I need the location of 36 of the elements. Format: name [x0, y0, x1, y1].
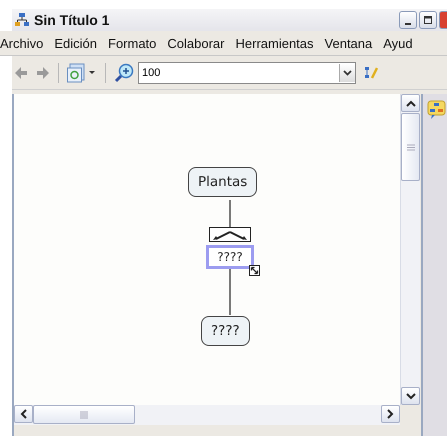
menu-item[interactable]: Formato: [108, 36, 156, 50]
scroll-left-button[interactable]: [14, 405, 33, 423]
menu-item[interactable]: Ventana: [324, 36, 372, 50]
window-icon[interactable]: [67, 62, 97, 82]
chevron-left-icon: [20, 409, 27, 419]
caret-down-icon: [343, 70, 352, 76]
concept-node[interactable]: ????: [201, 316, 250, 346]
scroll-down-button[interactable]: [401, 387, 420, 405]
chevron-up-icon: [406, 100, 416, 106]
map-edit-icon[interactable]: [364, 64, 378, 80]
menu-item[interactable]: Herramientas: [236, 36, 314, 50]
scrollbar-thumb[interactable]: [33, 405, 135, 424]
zoom-combo[interactable]: 100: [138, 62, 356, 84]
chevron-right-icon: [387, 409, 394, 419]
app-icon: [14, 12, 30, 28]
scroll-right-button[interactable]: [381, 405, 400, 423]
resize-handle-icon[interactable]: [249, 265, 260, 276]
zoom-icon[interactable]: [114, 62, 134, 82]
connector-line: [229, 200, 231, 227]
minimize-icon: [405, 23, 411, 25]
connector-line: [229, 269, 231, 315]
menu-item[interactable]: Edición: [54, 36, 97, 50]
linking-phrase[interactable]: ????: [206, 245, 254, 269]
scrollbar-thumb[interactable]: [401, 113, 420, 181]
maximize-icon: [423, 15, 433, 25]
collaboration-icon[interactable]: [427, 100, 447, 120]
scroll-up-button[interactable]: [401, 94, 420, 112]
maximize-button[interactable]: [419, 11, 437, 29]
menu-item[interactable]: Colaborar: [167, 36, 224, 50]
menu-item[interactable]: Archivo: [0, 36, 44, 50]
minimize-button[interactable]: [399, 11, 417, 29]
chevron-down-icon: [406, 392, 416, 400]
window-title: Sin Título 1: [34, 12, 110, 28]
arrow-handle-icon[interactable]: [209, 227, 251, 242]
menu-item[interactable]: Ayud: [383, 36, 413, 50]
concept-node[interactable]: Plantas: [188, 167, 258, 197]
